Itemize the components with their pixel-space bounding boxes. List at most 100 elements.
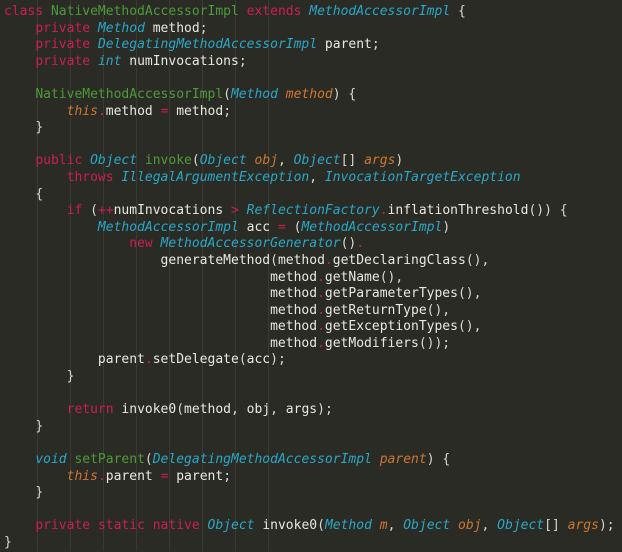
code-token: public (35, 153, 83, 169)
code-line: } (0, 369, 622, 386)
code-token: } (4, 535, 12, 550)
code-token: method (270, 302, 318, 318)
code-token: . (144, 352, 153, 368)
code-token: Object (207, 518, 255, 534)
code-token: . (317, 302, 325, 318)
code-token: class (4, 4, 44, 19)
code-token: { (35, 186, 44, 202)
code-line: MethodAccessorImpl acc = (MethodAccessor… (0, 220, 622, 237)
code-line: void setParent(DelegatingMethodAccessorI… (0, 452, 622, 469)
code-token: Method (97, 20, 145, 36)
code-token: Object (497, 518, 545, 534)
code-token: NativeMethodAccessorImpl (50, 4, 239, 19)
code-token: method (144, 20, 200, 36)
code-token: acc (238, 219, 278, 235)
code-token: MethodAccessorImpl (301, 219, 443, 235)
code-token: if (66, 203, 83, 219)
code-token: ) (395, 153, 404, 169)
code-token: private (35, 518, 91, 534)
code-token: = (277, 219, 286, 235)
code-token: m (379, 518, 388, 534)
code-token: (), (426, 302, 451, 318)
code-token: ) (332, 86, 341, 102)
code-token: MethodAccessorGenerator (160, 236, 341, 252)
code-token: ( (191, 153, 200, 169)
code-token: , (277, 153, 286, 169)
code-line: } (0, 120, 622, 137)
code-token: Method (230, 86, 278, 102)
code-line: this.parent = parent; (0, 469, 622, 486)
code-token: method (270, 335, 318, 351)
code-editor[interactable]: class NativeMethodAccessorImpl extends M… (0, 0, 622, 551)
code-token: getModifiers (324, 335, 419, 351)
code-token: ; (223, 103, 232, 119)
code-line: NativeMethodAccessorImpl(Method method) … (0, 87, 622, 104)
code-line: generateMethod(method.getDeclaringClass(… (0, 253, 622, 270)
code-token: ; (223, 468, 232, 484)
code-token: } (35, 485, 44, 501)
code-token: numInvocations (113, 203, 231, 219)
code-line: method.getReturnType(), (0, 303, 622, 320)
code-token: Object (199, 153, 247, 169)
code-token: . (317, 269, 325, 285)
code-token: args (277, 402, 318, 418)
code-token: (), (465, 252, 490, 268)
code-token: , (270, 402, 278, 418)
code-token: inflationThreshold (387, 203, 529, 219)
code-line: return invoke0(method, obj, args); (0, 402, 622, 419)
code-token: ( (144, 452, 153, 468)
code-line: { (0, 187, 622, 204)
code-token: (), (457, 286, 482, 302)
code-line: private Method method; (0, 21, 622, 38)
code-token: { (559, 203, 568, 219)
code-token: ; (238, 53, 247, 69)
code-token: extends (246, 4, 302, 19)
code-token: . (356, 236, 365, 252)
code-token: } (35, 418, 44, 434)
code-token: ) (442, 219, 451, 235)
code-token: ()); (418, 335, 451, 351)
code-token: private (35, 20, 91, 36)
code-token: private (35, 53, 91, 69)
code-token: } (66, 369, 75, 385)
code-line: private int numInvocations; (0, 54, 622, 71)
code-token: int (97, 53, 122, 69)
code-token: ( (90, 203, 98, 219)
code-token: IllegalArgumentException (121, 169, 310, 185)
code-token: method (277, 252, 325, 268)
code-line: method.getExceptionTypes(), (0, 319, 622, 336)
code-token: obj (458, 518, 482, 534)
source-code[interactable]: class NativeMethodAccessorImpl extends M… (0, 4, 622, 552)
code-token: ( (223, 86, 231, 102)
code-line: new MethodAccessorGenerator(). (0, 236, 622, 253)
code-line: class NativeMethodAccessorImpl extends M… (0, 4, 622, 21)
code-token: InvocationTargetException (324, 169, 521, 185)
code-line: private static native Object invoke0(Met… (0, 518, 622, 535)
code-token: method (184, 402, 232, 418)
code-token: ( (238, 352, 247, 368)
code-token: DelegatingMethodAccessorImpl (97, 37, 318, 53)
code-token: native (152, 518, 200, 534)
